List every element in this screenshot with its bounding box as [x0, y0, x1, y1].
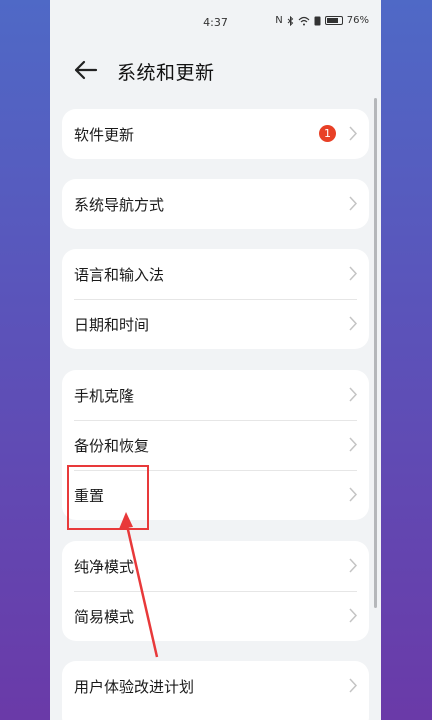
header: 系统和更新 — [50, 50, 381, 90]
pure-mode-item[interactable]: 纯净模式 — [62, 541, 369, 591]
date-time-item[interactable]: 日期和时间 — [62, 299, 369, 349]
chevron-right-icon — [349, 678, 357, 693]
chevron-right-icon — [349, 126, 357, 141]
chevron-right-icon — [349, 266, 357, 281]
backup-restore-label: 备份和恢复 — [74, 437, 150, 455]
sim-icon — [314, 16, 321, 25]
chevron-right-icon — [349, 316, 357, 331]
phone-clone-item[interactable]: 手机克隆 — [62, 370, 369, 420]
software-update-label: 软件更新 — [74, 126, 135, 144]
settings-group-modes: 纯净模式 简易模式 — [62, 541, 369, 641]
phone-screen: 4:37 N 76% 系统和更新 软件更新 1 系统导航方式 语言和输入法 日期… — [50, 0, 381, 720]
battery-icon — [324, 16, 343, 25]
page-title: 系统和更新 — [117, 62, 215, 84]
language-input-item[interactable]: 语言和输入法 — [62, 249, 369, 299]
settings-group-language-time: 语言和输入法 日期和时间 — [62, 249, 369, 349]
date-time-label: 日期和时间 — [74, 316, 150, 334]
system-navigation-item[interactable]: 系统导航方式 — [62, 179, 369, 229]
user-experience-label: 用户体验改进计划 — [74, 678, 195, 696]
status-bar: 4:37 N 76% — [50, 0, 381, 40]
simple-mode-label: 简易模式 — [74, 608, 135, 626]
chevron-right-icon — [349, 437, 357, 452]
wifi-icon — [298, 16, 310, 25]
bluetooth-icon — [287, 15, 293, 26]
chevron-right-icon — [349, 196, 357, 211]
phone-clone-label: 手机克隆 — [74, 387, 135, 405]
scrollbar[interactable] — [374, 98, 377, 608]
settings-group-software-update: 软件更新 1 — [62, 109, 369, 159]
chevron-right-icon — [349, 387, 357, 402]
settings-group-navigation: 系统导航方式 — [62, 179, 369, 229]
system-navigation-label: 系统导航方式 — [74, 196, 165, 214]
chevron-right-icon — [349, 487, 357, 502]
backup-restore-item[interactable]: 备份和恢复 — [62, 420, 369, 470]
chevron-right-icon — [349, 558, 357, 573]
arrow-left-icon[interactable] — [70, 56, 102, 84]
battery-percent: 76% — [346, 15, 369, 26]
user-experience-item[interactable]: 用户体验改进计划 — [62, 661, 369, 711]
status-icons: N 76% — [275, 15, 369, 26]
language-input-label: 语言和输入法 — [74, 266, 165, 284]
pure-mode-label: 纯净模式 — [74, 558, 135, 576]
chevron-right-icon — [349, 608, 357, 623]
highlight-box — [67, 465, 149, 530]
notification-badge: 1 — [319, 125, 336, 142]
settings-group-experience: 用户体验改进计划 — [62, 661, 369, 720]
simple-mode-item[interactable]: 简易模式 — [62, 591, 369, 641]
software-update-item[interactable]: 软件更新 1 — [62, 109, 369, 159]
nfc-icon: N — [275, 15, 283, 26]
